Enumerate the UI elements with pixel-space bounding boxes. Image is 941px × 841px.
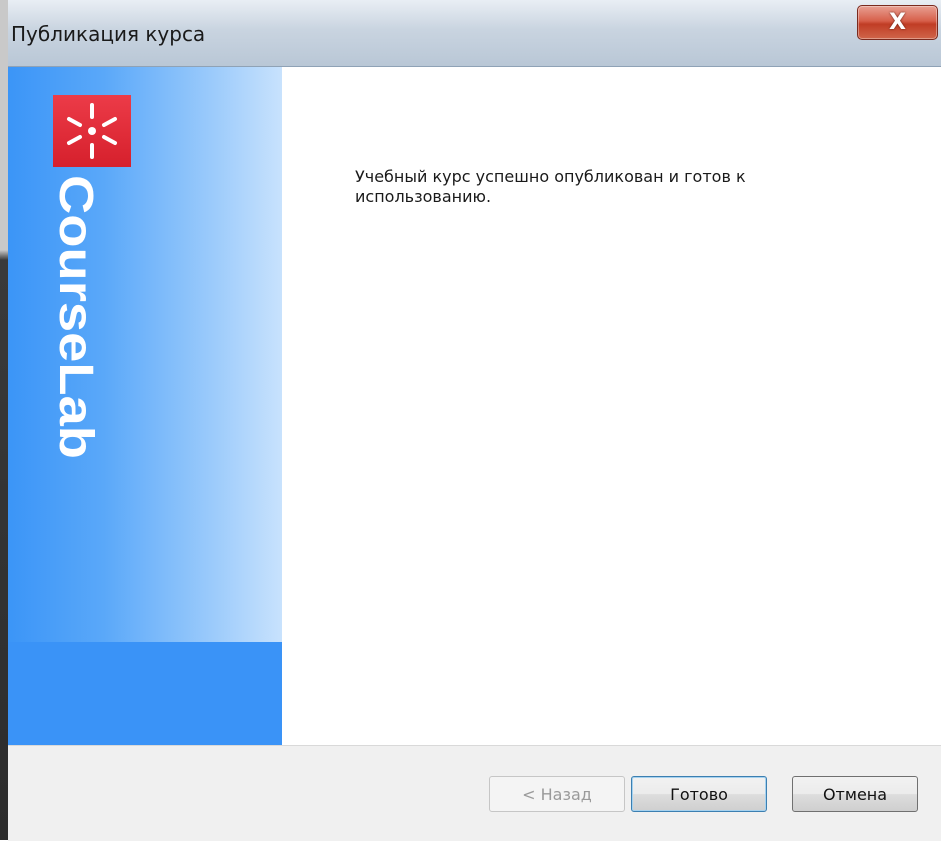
status-message: Учебный курс успешно опубликован и готов…	[355, 167, 746, 206]
brand-text: CourseLab	[54, 175, 98, 459]
finish-button[interactable]: Готово	[631, 776, 767, 812]
cancel-button[interactable]: Отмена	[792, 776, 918, 812]
title-bar: Публикация курса X	[8, 0, 941, 67]
window-title: Публикация курса	[11, 22, 206, 46]
back-button[interactable]: < Назад	[489, 776, 625, 812]
asterisk-logo-icon	[53, 95, 131, 167]
brand-logotype: CourseLab	[54, 175, 98, 459]
button-bar: < Назад Готово Отмена	[8, 745, 941, 841]
banner-footer-block	[8, 642, 282, 745]
side-banner: CourseLab	[8, 67, 282, 745]
dialog-window: Публикация курса X CourseLab Учебный кур…	[8, 0, 941, 841]
close-icon[interactable]: X	[889, 10, 906, 35]
wizard-content: CourseLab Учебный курс успешно опубликов…	[8, 67, 941, 745]
close-button[interactable]: X	[857, 5, 938, 40]
